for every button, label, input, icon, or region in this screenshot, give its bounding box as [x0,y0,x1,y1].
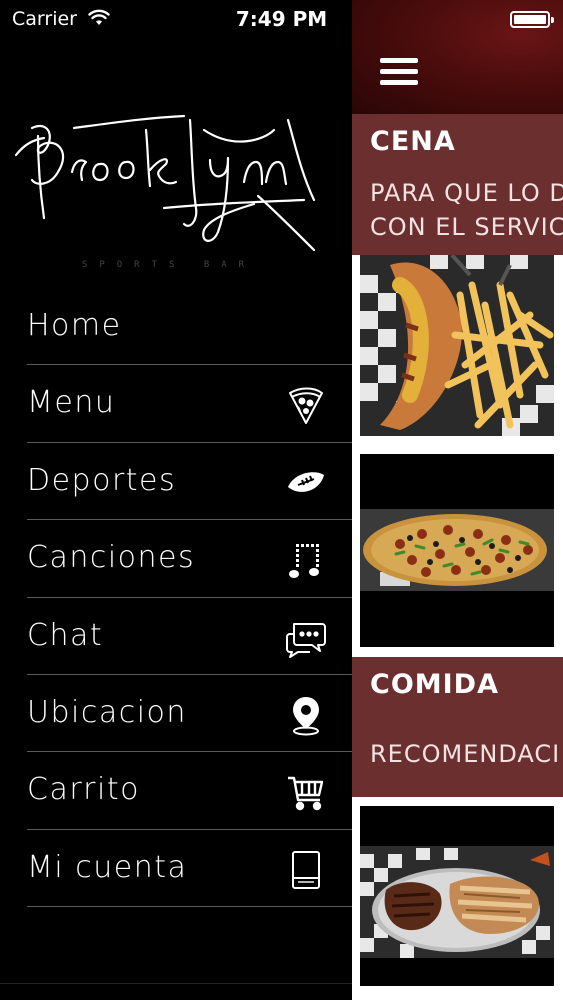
menu-item-label: Home [27,308,122,343]
category-title: CENA [370,126,456,157]
category-title: COMIDA [370,669,499,700]
menu-item-label: Deportes [27,462,177,498]
side-drawer: SPORTS BAR Home Menu Deportes Canciones … [0,0,352,1000]
category-header-cena[interactable]: CENA PARA QUE LO D CON EL SERVIC [352,114,563,255]
logo-subtitle: SPORTS BAR [81,260,257,270]
menu-item-label: Mi cuenta [27,849,188,885]
hotdog-fries-photo [360,255,554,436]
category-description: RECOMENDACI [370,740,561,768]
hamburger-menu-icon[interactable] [380,58,418,88]
account-book-icon [284,848,328,892]
brand-logo: SPORTS BAR [14,100,324,280]
menu-item-menu[interactable]: Menu [27,365,352,443]
menu-item-ubicacion[interactable]: Ubicacion [27,675,352,753]
clock: 7:49 PM [235,7,328,31]
menu-item-canciones[interactable]: Canciones [27,520,352,598]
status-bar: Carrier 7:49 PM [0,0,563,38]
drawer-bottom-divider [0,983,352,984]
logo-script-artwork [14,114,316,252]
food-card[interactable] [360,255,554,436]
menu-item-mi-cuenta[interactable]: Mi cuenta [27,830,352,908]
steak-chicken-photo [360,806,554,986]
football-icon [284,461,328,505]
menu-item-label: Canciones [27,540,196,576]
menu-item-deportes[interactable]: Deportes [27,443,352,521]
category-description: CON EL SERVIC [370,213,563,241]
menu-item-label: Chat [27,617,104,653]
menu-item-label: Carrito [27,772,140,808]
music-note-icon [284,538,328,582]
food-card[interactable] [360,806,554,986]
drawer-menu: Home Menu Deportes Canciones Chat Ubicac… [0,288,352,908]
shopping-cart-icon [284,770,328,814]
menu-item-label: Menu [27,385,116,421]
battery-icon [510,11,554,28]
main-content: CENA PARA QUE LO D CON EL SERVIC COMIDA … [352,0,563,1000]
menu-item-label: Ubicacion [27,694,187,730]
food-card[interactable] [360,454,554,647]
pizza-photo [360,454,554,647]
menu-item-carrito[interactable]: Carrito [27,752,352,830]
category-header-comida[interactable]: COMIDA RECOMENDACI [352,657,563,797]
location-pin-icon [284,693,328,737]
pizza-icon [284,383,328,427]
menu-item-chat[interactable]: Chat [27,598,352,675]
chat-bubbles-icon [284,616,328,660]
category-description: PARA QUE LO D [370,179,563,207]
menu-item-home[interactable]: Home [27,288,352,366]
